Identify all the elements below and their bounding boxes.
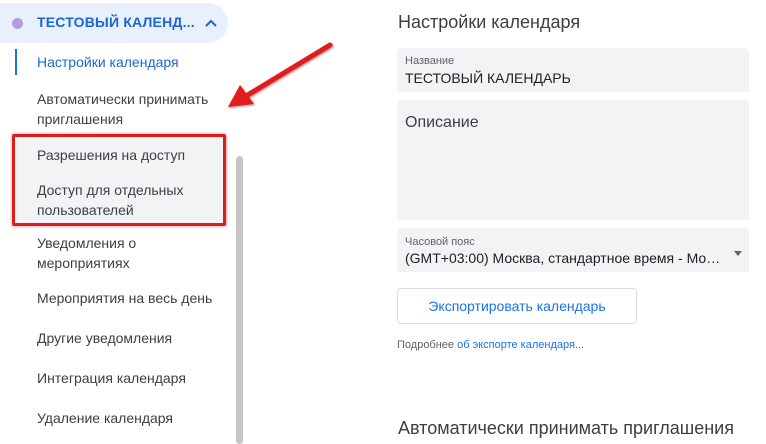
annotation-highlight-box xyxy=(12,134,226,226)
calendar-color-dot xyxy=(12,18,23,29)
section-title-auto-accept: Автоматически принимать приглашения xyxy=(398,418,734,438)
calendar-name: ТЕСТОВЫЙ КАЛЕНД... xyxy=(37,14,195,30)
nav-item-all-day-events[interactable]: Мероприятия на весь день xyxy=(37,288,227,308)
name-field-label: Название xyxy=(405,55,455,67)
description-field[interactable]: Описание xyxy=(397,100,749,220)
export-calendar-button[interactable]: Экспортировать календарь xyxy=(397,288,637,324)
timezone-value: (GMT+03:00) Москва, стандартное время - … xyxy=(405,250,723,266)
name-field-value: ТЕСТОВЫЙ КАЛЕНДАРЬ xyxy=(405,70,571,86)
nav-item-auto-accept[interactable]: Автоматически принимать приглашения xyxy=(37,89,227,129)
nav-item-calendar-settings[interactable]: Настройки календаря xyxy=(37,52,227,72)
sidebar-scrollbar[interactable] xyxy=(236,156,243,444)
timezone-label: Часовой пояс xyxy=(405,236,475,248)
nav-item-integrate-calendar[interactable]: Интеграция календаря xyxy=(37,368,227,388)
export-help-link[interactable]: об экспорте календаря... xyxy=(457,339,584,351)
description-placeholder: Описание xyxy=(405,114,479,131)
export-help-prefix: Подробнее xyxy=(397,339,455,351)
chevron-up-icon[interactable] xyxy=(201,15,221,31)
nav-item-event-notifications[interactable]: Уведомления о мероприятиях xyxy=(37,233,227,273)
export-help-text: Подробнее об экспорте календаря... xyxy=(397,339,584,351)
dropdown-arrow-icon xyxy=(734,251,742,256)
annotation-arrow-icon xyxy=(228,42,333,107)
nav-item-remove-calendar[interactable]: Удаление календаря xyxy=(37,408,227,428)
calendar-header[interactable]: ТЕСТОВЫЙ КАЛЕНД... xyxy=(0,3,228,43)
active-nav-indicator xyxy=(15,49,17,75)
calendar-name-field[interactable]: Название ТЕСТОВЫЙ КАЛЕНДАРЬ xyxy=(397,48,749,92)
timezone-select[interactable]: Часовой пояс (GMT+03:00) Москва, стандар… xyxy=(397,228,749,272)
page-title: Настройки календаря xyxy=(398,12,581,32)
nav-item-other-notifications[interactable]: Другие уведомления xyxy=(37,328,227,348)
